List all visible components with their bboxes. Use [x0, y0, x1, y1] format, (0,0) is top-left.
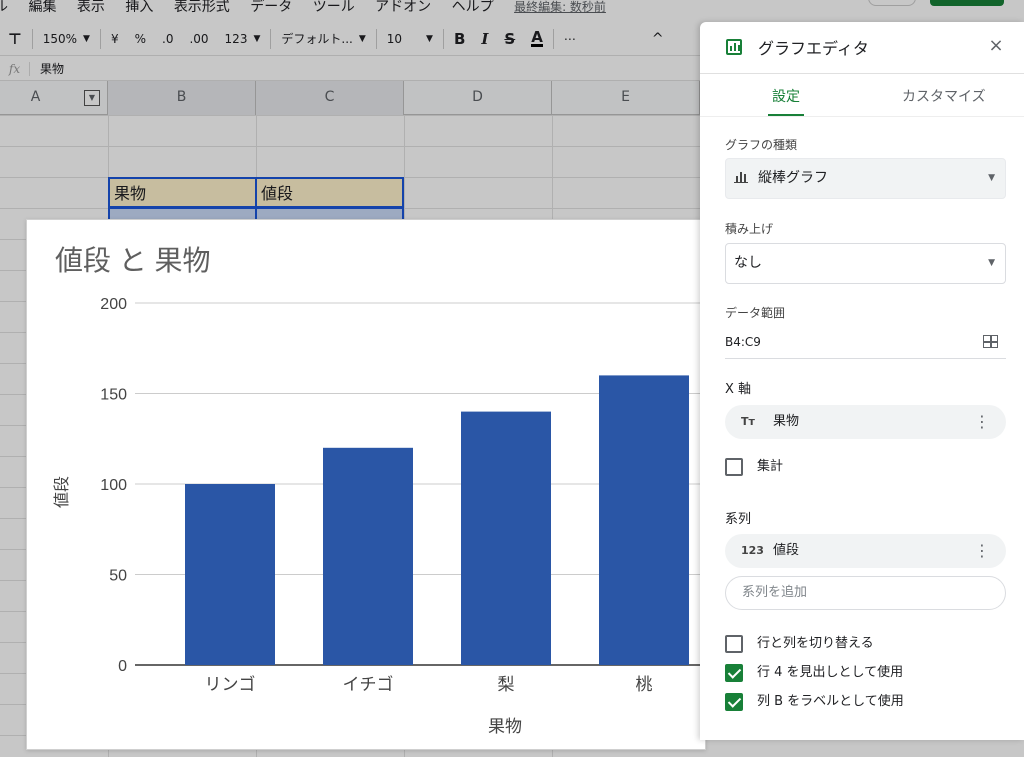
x-tick-label: 梨 — [498, 675, 515, 694]
switch-rows-cols-checkbox[interactable] — [725, 635, 743, 653]
data-range-label: データ範囲 — [725, 306, 786, 320]
select-range-icon[interactable] — [983, 335, 998, 348]
x-axis-label: 果物 — [488, 717, 522, 736]
chevron-down-icon: ▼ — [988, 258, 995, 268]
number-type-icon: 123 — [741, 544, 764, 557]
bar[interactable] — [323, 447, 413, 665]
stacking-value: なし — [734, 255, 762, 271]
use-row-header-checkbox[interactable] — [725, 664, 743, 682]
switch-rows-cols-label: 行と列を切り替える — [757, 636, 874, 651]
bar[interactable] — [185, 484, 275, 665]
chart-type-dropdown[interactable]: 縦棒グラフ ▼ — [725, 158, 1006, 199]
chart-type-value: 縦棒グラフ — [758, 170, 828, 186]
x-tick-label: イチゴ — [343, 674, 394, 694]
chevron-down-icon: ▼ — [988, 173, 995, 183]
tabs-divider — [700, 116, 1024, 117]
chart-editor-panel: グラフエディタ × 設定 カスタマイズ グラフの種類 縦棒グラフ ▼ 積み上げ … — [700, 22, 1024, 740]
x-axis-chip[interactable]: Tт 果物 ⋮ — [725, 405, 1006, 439]
tab-setup[interactable]: 設定 — [768, 86, 804, 116]
series-section-label: 系列 — [725, 512, 752, 527]
y-axis-label: 値段 — [53, 476, 71, 508]
close-icon[interactable]: × — [986, 36, 1006, 56]
chart-card[interactable]: 値段 と 果物 0 50 100 150 200 リンゴ イチゴ 梨 桃 値段 果物 — [26, 219, 707, 750]
add-series-field[interactable]: 系列を追加 — [725, 576, 1006, 610]
chart-editor-title: グラフエディタ — [758, 39, 869, 58]
use-row-header-label: 行 4 を見出しとして使用 — [757, 665, 904, 680]
x-axis-chip-label: 果物 — [773, 414, 800, 429]
more-vert-icon[interactable]: ⋮ — [974, 534, 990, 568]
column-chart: 値段 と 果物 0 50 100 150 200 リンゴ イチゴ 梨 桃 値段 果物 — [53, 245, 707, 736]
y-tick-label: 100 — [100, 477, 127, 494]
data-range-value: B4:C9 — [725, 335, 761, 349]
tab-customize[interactable]: カスタマイズ — [902, 86, 986, 116]
x-tick-label: リンゴ — [205, 674, 256, 694]
column-chart-icon — [734, 171, 748, 183]
use-col-labels-checkbox[interactable] — [725, 693, 743, 711]
data-range-field[interactable]: B4:C9 — [725, 332, 1006, 359]
x-tick-label: 桃 — [636, 675, 653, 694]
y-tick-label: 0 — [118, 658, 127, 675]
series-chip-label: 値段 — [773, 543, 800, 558]
more-vert-icon[interactable]: ⋮ — [974, 405, 990, 439]
y-tick-label: 50 — [109, 568, 127, 585]
series-chip[interactable]: 123 値段 ⋮ — [725, 534, 1006, 568]
bar[interactable] — [461, 411, 551, 665]
bar[interactable] — [599, 375, 689, 665]
stacking-dropdown[interactable]: なし ▼ — [725, 243, 1006, 284]
chart-icon — [726, 39, 742, 55]
y-tick-label: 150 — [100, 387, 127, 404]
use-col-labels-label: 列 B をラベルとして使用 — [757, 694, 904, 709]
stacking-label: 積み上げ — [725, 222, 774, 236]
chart-editor-header: グラフエディタ × — [700, 22, 1024, 74]
chart-title: 値段 と 果物 — [55, 245, 211, 276]
aggregate-checkbox[interactable] — [725, 458, 743, 476]
x-axis-section-label: X 軸 — [725, 382, 752, 397]
text-type-icon: Tт — [741, 415, 755, 428]
aggregate-label: 集計 — [757, 459, 784, 474]
chart-type-label: グラフの種類 — [725, 138, 798, 152]
y-tick-label: 200 — [100, 296, 127, 313]
